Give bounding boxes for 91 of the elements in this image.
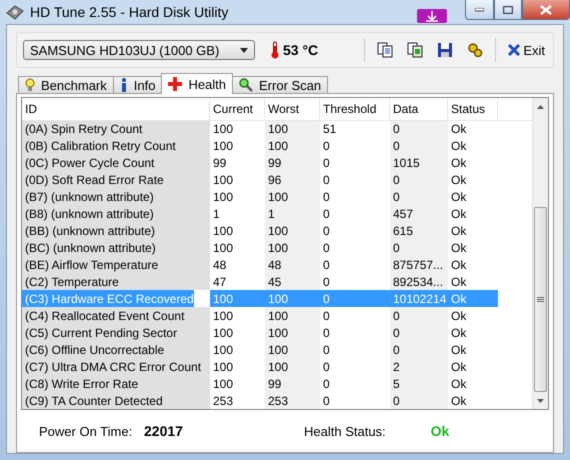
table-cell: 1 bbox=[265, 206, 320, 223]
table-cell: (BE) Airflow Temperature bbox=[22, 256, 210, 274]
table-cell: 875757... bbox=[390, 256, 448, 274]
table-cell: 0 bbox=[320, 290, 390, 308]
maximize-button[interactable] bbox=[494, 0, 522, 20]
table-cell: 1015 bbox=[390, 154, 448, 172]
table-cell: 99 bbox=[265, 375, 320, 392]
tab[interactable]: Error Scan bbox=[232, 76, 328, 94]
table-cell: (0D) Soft Read Error Rate bbox=[22, 172, 210, 189]
table-cell: 892534... bbox=[390, 274, 448, 290]
scroll-up-icon[interactable] bbox=[537, 104, 544, 108]
search-icon bbox=[239, 78, 254, 92]
table-cell: (B7) (unknown attribute) bbox=[22, 188, 210, 206]
table-cell: 0 bbox=[390, 120, 448, 138]
table-cell: 100 bbox=[210, 290, 265, 308]
exit-button[interactable]: Exit bbox=[506, 42, 547, 58]
table-cell: 100 bbox=[265, 290, 320, 308]
grip-icon bbox=[537, 296, 544, 303]
table-cell: (C6) Offline Uncorrectable bbox=[22, 341, 210, 358]
window-title: HD Tune 2.55 - Hard Disk Utility bbox=[30, 4, 228, 20]
table-cell: 0 bbox=[390, 341, 448, 358]
table-cell: 100 bbox=[265, 188, 320, 206]
table-cell: (C8) Write Error Rate bbox=[22, 375, 210, 392]
table-cell: 5 bbox=[390, 375, 448, 392]
table-cell: 100 bbox=[265, 307, 320, 324]
table-cell: (C2) Temperature bbox=[22, 274, 210, 290]
copy-all-icon[interactable] bbox=[405, 40, 426, 60]
tab[interactable]: Benchmark bbox=[18, 76, 114, 94]
table-cell: 0 bbox=[390, 392, 448, 410]
table-cell: (BB) (unknown attribute) bbox=[22, 222, 210, 240]
table-cell: (C7) Ultra DMA CRC Error Count bbox=[22, 358, 210, 376]
table-cell: 10102214 bbox=[390, 290, 448, 308]
table-cell: 100 bbox=[265, 138, 320, 155]
table-cell: 100 bbox=[265, 120, 320, 138]
table-cell: 0 bbox=[390, 307, 448, 324]
table-cell: (BC) (unknown attribute) bbox=[22, 240, 210, 257]
cross-icon bbox=[168, 77, 182, 91]
health-status-label: Health Status: bbox=[304, 424, 386, 438]
table-cell: 253 bbox=[265, 392, 320, 410]
table-cell: 457 bbox=[390, 206, 448, 223]
column-header[interactable]: Status bbox=[448, 98, 498, 120]
table-cell: 615 bbox=[390, 222, 448, 240]
table-cell: 0 bbox=[390, 240, 448, 257]
table-cell: 96 bbox=[265, 172, 320, 189]
table-cell: (0B) Calibration Retry Count bbox=[22, 138, 210, 155]
minimize-button[interactable] bbox=[465, 0, 494, 20]
power-on-time-value: 22017 bbox=[144, 423, 184, 439]
table-cell: 100 bbox=[265, 324, 320, 342]
close-icon bbox=[508, 44, 520, 56]
maximize-icon bbox=[503, 6, 513, 14]
column-header[interactable]: Threshold bbox=[320, 98, 390, 120]
scrollbar[interactable] bbox=[532, 98, 548, 409]
table-cell: 2 bbox=[390, 358, 448, 376]
scroll-down-icon[interactable] bbox=[537, 398, 544, 402]
close-button[interactable] bbox=[522, 0, 570, 20]
table-cell: 100 bbox=[265, 222, 320, 240]
table-cell: (0C) Power Cycle Count bbox=[22, 154, 210, 172]
table-cell: (C4) Reallocated Event Count bbox=[22, 307, 210, 324]
table-cell: (C5) Current Pending Sector bbox=[22, 324, 210, 342]
table-cell: 99 bbox=[265, 154, 320, 172]
caret-icon bbox=[240, 48, 248, 52]
table-cell: Ok bbox=[448, 290, 498, 308]
table-cell: 0 bbox=[390, 188, 448, 206]
table-cell: (C9) TA Counter Detected bbox=[22, 392, 210, 410]
minimize-icon bbox=[475, 8, 484, 12]
close-icon bbox=[540, 4, 552, 14]
table-cell: 0 bbox=[390, 324, 448, 342]
table-cell: 0 bbox=[390, 172, 448, 189]
thermometer-icon bbox=[271, 41, 279, 59]
table-cell: 100 bbox=[265, 358, 320, 376]
table-cell: 100 bbox=[265, 341, 320, 358]
power-on-time-label: Power On Time: bbox=[39, 424, 134, 438]
table-cell: (C3) Hardware ECC Recovered bbox=[22, 290, 210, 308]
tab[interactable]: Health bbox=[161, 73, 234, 94]
drive-dropdown[interactable]: SAMSUNG HD103UJ (1000 GB) bbox=[23, 40, 255, 60]
table-cell: (B8) (unknown attribute) bbox=[22, 206, 210, 223]
table-cell: 48 bbox=[265, 256, 320, 274]
table-cell: 0 bbox=[390, 138, 448, 155]
table-cell: (0A) Spin Retry Count bbox=[22, 120, 210, 138]
column-header[interactable]: Data bbox=[390, 98, 448, 120]
table-cell: 45 bbox=[265, 274, 320, 290]
temperature-reading: 53 °C bbox=[283, 42, 318, 58]
column-header[interactable]: Current bbox=[210, 98, 265, 120]
column-header[interactable]: Worst bbox=[265, 98, 320, 120]
tab[interactable]: Info bbox=[112, 76, 162, 94]
lightbulb-icon bbox=[25, 78, 35, 92]
column-header[interactable]: ID bbox=[22, 98, 210, 120]
table-cell: 100 bbox=[265, 240, 320, 257]
health-status-value: Ok bbox=[430, 423, 450, 439]
copy-icon[interactable] bbox=[375, 40, 396, 60]
info-icon bbox=[120, 78, 128, 92]
